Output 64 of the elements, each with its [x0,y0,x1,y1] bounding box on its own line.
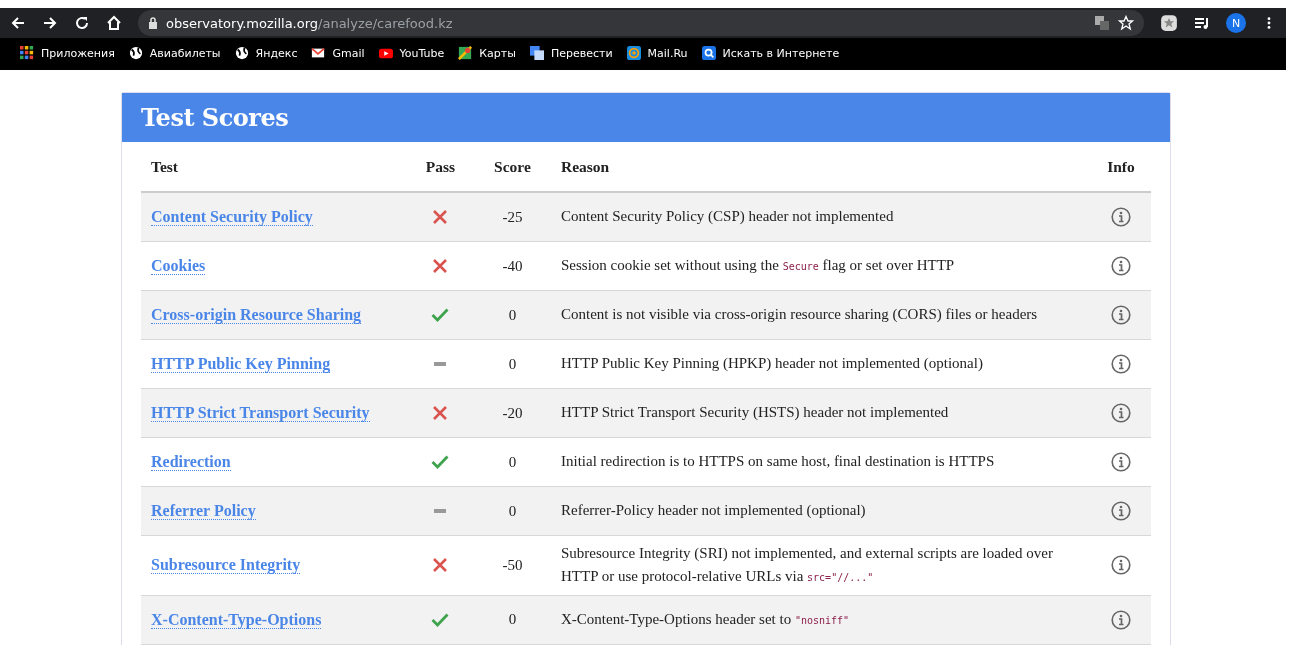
score-text: -40 [502,257,523,275]
score-text: -25 [502,208,523,226]
reason-text: Content Security Policy (CSP) header not implemented [561,208,894,225]
test-link[interactable]: Cookies [151,257,206,275]
reason-text: HTTP Public Key Pinning (HPKP) header not implemented (optional) [561,355,983,372]
info-icon[interactable] [1111,501,1131,521]
forward-arrow-icon[interactable] [42,15,58,31]
column-header: Info [1107,157,1135,176]
mail-icon[interactable] [311,46,326,60]
bookmark-label[interactable]: Приложения [41,46,115,60]
score-text: -50 [502,556,523,574]
column-header: Reason [561,157,610,175]
score-text: -20 [502,404,523,422]
info-icon[interactable] [1111,452,1131,472]
address-bar[interactable]: observatory.mozilla.org/analyze/carefood.kz [138,10,1144,36]
reason-text: Content is not visible via cross-origin resource sharing (CORS) files or headers [561,306,1038,323]
reason-text: Subresource Integrity (SRI) not implemented, and external scripts are loaded over HTTP or use protocol-relative URLs via src="//..." [561,545,1053,585]
apps-grid-icon[interactable] [20,46,34,60]
info-icon[interactable] [1111,609,1131,630]
bookmark-label[interactable]: Карты [479,46,516,60]
bookmark-label[interactable]: YouTube [399,46,445,60]
column-header: Test [151,157,178,175]
reason-text: Referrer-Policy header not implemented (optional) [561,502,866,519]
reload-icon[interactable] [74,15,90,31]
score-text: 0 [508,502,517,520]
profile-avatar[interactable]: N [1226,13,1246,33]
column-header: Pass [425,157,456,176]
media-queue-icon[interactable] [1194,15,1210,31]
score-text: 0 [508,453,517,471]
info-icon[interactable] [1111,555,1131,576]
lock-icon [148,17,158,29]
reason-text: X-Content-Type-Options header set to "nosniff" [561,610,850,627]
score-text: 0 [508,306,517,324]
back-arrow-icon[interactable] [10,15,26,31]
score-text: 0 [508,355,517,373]
home-icon[interactable] [106,15,122,31]
info-icon[interactable] [1111,256,1131,276]
bookmark-label[interactable]: Яндекс [255,46,298,60]
test-link[interactable]: Subresource Integrity [151,556,301,575]
test-link[interactable]: HTTP Public Key Pinning [151,355,331,373]
bookmark-label[interactable]: Mail.Ru [647,46,688,60]
bookmark-label[interactable]: Искать в Интернете [722,46,840,60]
extension-icon[interactable] [1160,14,1178,32]
info-icon[interactable] [1111,354,1131,374]
bookmark-label[interactable]: Авиабилеты [149,46,221,60]
bookmark-label[interactable]: Gmail [332,46,365,60]
reason-text: HTTP Strict Transport Security (HSTS) header not implemented [561,404,949,421]
info-icon[interactable] [1111,305,1131,325]
score-text: 0 [508,611,517,628]
play-icon[interactable] [378,46,393,60]
star-icon[interactable] [1118,15,1134,31]
column-header: Score [494,157,531,176]
globe-icon[interactable] [234,46,249,60]
test-link[interactable]: Redirection [151,453,231,471]
globe-icon[interactable] [128,46,143,60]
url-text: observatory.mozilla.org/analyze/carefood.kz [166,15,453,31]
search-icon[interactable] [701,46,716,60]
at-sign-icon[interactable] [626,46,641,60]
reason-text: Initial redirection is to HTTPS on same host, final destination is HTTPS [561,453,995,470]
reason-text: Session cookie set without using the Secure flag or set over HTTP [561,257,955,274]
info-icon[interactable] [1111,403,1131,423]
card-title: Test Scores [141,103,289,132]
bookmark-label[interactable]: Перевести [550,46,613,60]
info-icon[interactable] [1111,207,1131,227]
